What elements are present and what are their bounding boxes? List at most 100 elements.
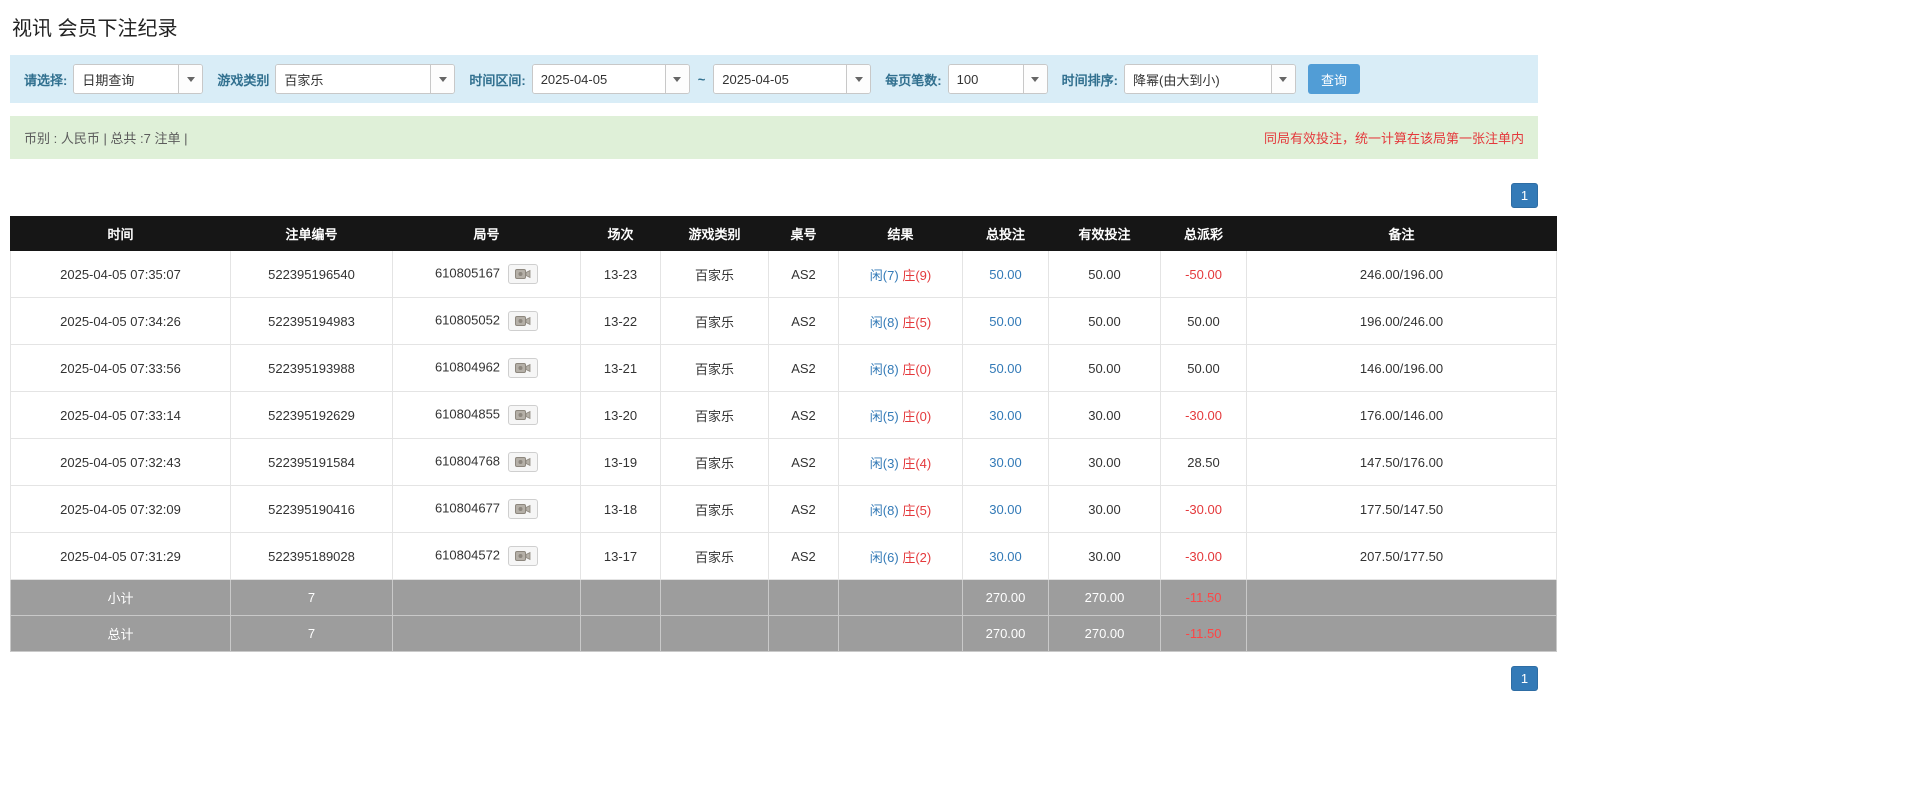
video-camera-icon [515, 551, 531, 561]
cell-payout: 28.50 [1160, 438, 1247, 486]
cell-round-id: 610804677 [392, 485, 581, 533]
video-replay-button[interactable] [508, 499, 539, 519]
cell-valid-bet: 50.00 [1048, 344, 1161, 392]
result-banker: 庄(5) [902, 502, 932, 518]
cell-bet-id: 522395194983 [230, 297, 393, 345]
table-row: 2025-04-05 07:35:07 522395196540 6108051… [10, 250, 1557, 298]
page-1-button[interactable]: 1 [1511, 183, 1538, 208]
total-valid-bet: 270.00 [1048, 615, 1161, 652]
game-type-input[interactable] [276, 65, 431, 93]
header-session: 场次 [580, 216, 661, 251]
cell-time: 2025-04-05 07:34:26 [10, 297, 231, 345]
total-bet-link[interactable]: 30.00 [989, 549, 1022, 564]
video-replay-button[interactable] [508, 546, 539, 566]
chevron-down-icon [1031, 76, 1040, 82]
cell-payout: 50.00 [1160, 344, 1247, 392]
video-camera-icon [515, 269, 531, 279]
cell-table-no: AS2 [768, 532, 839, 580]
game-type-combobox[interactable] [275, 64, 456, 94]
pagination-top: 1 [10, 183, 1538, 208]
time-sort-input[interactable] [1124, 65, 1271, 93]
select-type-combobox[interactable] [73, 64, 204, 94]
table-header-row: 时间 注单编号 局号 场次 游戏类别 桌号 结果 总投注 有效投注 总派彩 备注 [10, 216, 1557, 251]
total-bet-link[interactable]: 50.00 [989, 314, 1022, 329]
cell-game-type: 百家乐 [660, 250, 769, 298]
select-type-input[interactable] [74, 65, 179, 93]
date-from-input[interactable] [532, 65, 665, 93]
date-range-separator: ~ [697, 71, 706, 87]
subtotal-row: 小计 7 270.00 270.00 -11.50 [10, 579, 1557, 616]
cell-total-bet: 50.00 [962, 344, 1049, 392]
date-to-combobox[interactable] [713, 64, 872, 94]
table-footer: 小计 7 270.00 270.00 -11.50 总计 7 270.00 27… [10, 579, 1557, 652]
cell-round-id: 610804572 [392, 532, 581, 580]
round-id-text: 610805167 [434, 265, 501, 281]
video-replay-button[interactable] [508, 452, 539, 472]
total-bet-link[interactable]: 50.00 [989, 361, 1022, 376]
page-title: 视讯 会员下注纪录 [12, 18, 178, 40]
subtotal-valid-bet: 270.00 [1048, 579, 1161, 616]
filter-bar: 请选择: 游戏类别 时间区间: ~ 每页笔数: 时间排序: [10, 55, 1538, 103]
result-player: 闲(6) [869, 549, 899, 565]
video-replay-button[interactable] [508, 405, 539, 425]
video-replay-button[interactable] [508, 358, 539, 378]
page-container: 视讯 会员下注纪录 请选择: 游戏类别 时间区间: ~ 每页笔数: 时间排序: [0, 0, 1557, 707]
time-sort-label: 时间排序: [1061, 72, 1118, 88]
video-camera-icon [515, 316, 531, 326]
date-to-input[interactable] [714, 65, 847, 93]
total-bet-link[interactable]: 50.00 [989, 267, 1022, 282]
table-row: 2025-04-05 07:32:09 522395190416 6108046… [10, 485, 1557, 533]
page-1-button[interactable]: 1 [1511, 666, 1538, 691]
game-type-dropdown-button[interactable] [430, 65, 455, 93]
cell-payout: -30.00 [1160, 485, 1247, 533]
total-total-bet: 270.00 [962, 615, 1049, 652]
video-replay-button[interactable] [508, 311, 539, 331]
cell-table-no: AS2 [768, 297, 839, 345]
cell-round-id: 610804962 [392, 344, 581, 392]
date-to-dropdown-button[interactable] [846, 65, 871, 93]
video-camera-icon [515, 363, 531, 373]
video-camera-icon [515, 410, 531, 420]
total-bet-link[interactable]: 30.00 [989, 502, 1022, 517]
video-replay-button[interactable] [508, 264, 539, 284]
round-id-text: 610804677 [434, 500, 501, 516]
video-camera-icon [515, 457, 531, 467]
date-from-dropdown-button[interactable] [664, 65, 689, 93]
cell-round-id: 610804855 [392, 391, 581, 439]
date-from-combobox[interactable] [531, 64, 690, 94]
cell-remark: 196.00/246.00 [1246, 297, 1557, 345]
cell-game-type: 百家乐 [660, 344, 769, 392]
round-id-text: 610805052 [434, 312, 501, 328]
total-bet-link[interactable]: 30.00 [989, 455, 1022, 470]
select-type-dropdown-button[interactable] [178, 65, 203, 93]
cell-table-no: AS2 [768, 438, 839, 486]
cell-bet-id: 522395191584 [230, 438, 393, 486]
header-game-type: 游戏类别 [660, 216, 769, 251]
total-bet-link[interactable]: 30.00 [989, 408, 1022, 423]
cell-session: 13-23 [580, 250, 661, 298]
result-banker: 庄(0) [902, 361, 932, 377]
cell-round-id: 610805052 [392, 297, 581, 345]
cell-bet-id: 522395193988 [230, 344, 393, 392]
cell-time: 2025-04-05 07:31:29 [10, 532, 231, 580]
table-row: 2025-04-05 07:34:26 522395194983 6108050… [10, 297, 1557, 345]
time-sort-dropdown-button[interactable] [1270, 65, 1295, 93]
cell-session: 13-19 [580, 438, 661, 486]
video-camera-icon [515, 504, 531, 514]
cell-total-bet: 50.00 [962, 297, 1049, 345]
result-banker: 庄(0) [902, 408, 932, 424]
cell-result: 闲(8) 庄(5) [838, 297, 963, 345]
query-button[interactable]: 查询 [1307, 64, 1360, 94]
page-size-dropdown-button[interactable] [1022, 65, 1047, 93]
cell-game-type: 百家乐 [660, 391, 769, 439]
page-size-combobox[interactable] [947, 64, 1048, 94]
cell-valid-bet: 50.00 [1048, 297, 1161, 345]
cell-session: 13-22 [580, 297, 661, 345]
page-size-input[interactable] [948, 65, 1023, 93]
table-row: 2025-04-05 07:31:29 522395189028 6108045… [10, 532, 1557, 580]
time-sort-combobox[interactable] [1123, 64, 1296, 94]
cell-session: 13-17 [580, 532, 661, 580]
page-size-label: 每页笔数: [885, 72, 942, 88]
round-id-text: 610804855 [434, 406, 501, 422]
cell-total-bet: 30.00 [962, 391, 1049, 439]
